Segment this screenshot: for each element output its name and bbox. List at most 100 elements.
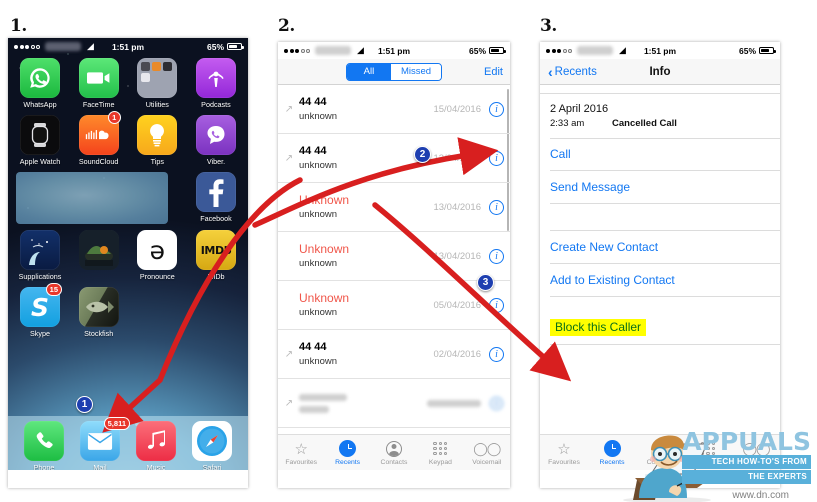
- call-date-blurred: [427, 399, 481, 407]
- caller-label: unknown: [299, 208, 338, 220]
- call-info: Unknown unknown: [296, 192, 433, 221]
- table-row[interactable]: Unknown unknown 05/04/2016 i: [278, 281, 510, 330]
- badge-count: 5,811: [103, 417, 130, 430]
- add-to-existing-contact-action[interactable]: Add to Existing Contact: [540, 264, 780, 296]
- info-icon-blurred[interactable]: i: [489, 395, 504, 411]
- annotation-bullet-3: 3: [477, 274, 494, 291]
- caller-name: Unknown: [299, 192, 350, 207]
- app-viber[interactable]: Viber.: [192, 115, 240, 166]
- caller-name-blurred: [299, 393, 347, 401]
- app-label: Skype: [30, 329, 50, 338]
- tab-label: Favourites: [285, 458, 318, 466]
- step-label-3: 3.: [540, 16, 557, 36]
- wifi-icon: ◢: [357, 45, 364, 55]
- app-row-1: WhatsApp FaceTime Utilities Podcasts: [16, 58, 240, 109]
- phone1-bottom-bezel: [8, 470, 248, 488]
- status-bar-2: ◢ 1:51 pm 65%: [278, 42, 510, 59]
- app-stockfish[interactable]: Stockfish: [75, 287, 123, 338]
- caller-label: unknown: [299, 306, 338, 318]
- dock-app-phone[interactable]: Phone: [20, 421, 68, 472]
- recents-navbar: All Missed Edit: [278, 59, 510, 85]
- battery-percent: 65%: [738, 45, 756, 56]
- block-caller-row[interactable]: Block this Caller: [540, 310, 780, 344]
- call-date: 13/04/2016: [433, 152, 481, 164]
- screenshot-page: 1. 2. 3. ◢ 1:51 pm 65% WhatsApp FaceTime…: [0, 0, 817, 502]
- info-content: 2 April 2016 2:33 am Cancelled Call Call…: [540, 93, 780, 345]
- block-this-caller-action[interactable]: Block this Caller: [550, 319, 647, 337]
- app-soundcloud[interactable]: 1 SoundCloud: [75, 111, 123, 166]
- caller-name: 44 44: [299, 340, 327, 353]
- table-row-blurred[interactable]: ↗ i: [278, 379, 510, 428]
- call-status: Cancelled Call: [612, 117, 677, 129]
- caller-label: unknown: [299, 257, 338, 269]
- phone-screenshot-home: ◢ 1:51 pm 65% WhatsApp FaceTime Utilitie…: [8, 38, 248, 488]
- tab-label: Contacts: [380, 458, 408, 466]
- table-row[interactable]: Unknown unknown 13/04/2016 i: [278, 232, 510, 281]
- app-tips[interactable]: Tips: [133, 115, 181, 166]
- recent-calls-list[interactable]: ↗ 44 44 unknown 15/04/2016 i ↗ 44 44 unk…: [278, 85, 510, 477]
- music-icon: [136, 421, 176, 461]
- call-date-heading: 2 April 2016: [550, 102, 609, 115]
- create-new-contact-action[interactable]: Create New Contact: [540, 231, 780, 263]
- info-icon[interactable]: i: [489, 346, 504, 362]
- facebook-icon: [196, 172, 236, 212]
- app-label: Facebook: [200, 214, 232, 223]
- info-icon[interactable]: i: [489, 101, 504, 117]
- tab-favourites[interactable]: ☆ Favourites: [541, 440, 587, 466]
- calls-filter-segmented-control[interactable]: All Missed: [345, 62, 443, 81]
- tab-keypad[interactable]: Keypad: [417, 440, 463, 466]
- supplications-icon: [20, 230, 60, 270]
- safari-icon: [192, 421, 232, 461]
- app-supplications[interactable]: Supplications: [16, 230, 64, 281]
- app-facetime[interactable]: FaceTime: [75, 58, 123, 109]
- caller-name: 44 44: [299, 95, 327, 108]
- annotation-bullet-2: 2: [414, 146, 431, 163]
- tab-contacts[interactable]: Contacts: [371, 440, 417, 466]
- table-row[interactable]: ↗ 44 44 unknown 13/04/2016 i: [278, 134, 510, 183]
- signal-dots-icon: [284, 48, 310, 53]
- app-imdb[interactable]: IMDb IMDb: [192, 230, 240, 281]
- segment-missed[interactable]: Missed: [390, 63, 442, 80]
- call-date: 15/04/2016: [433, 103, 481, 115]
- watermark: APPUALS TECH HOW-TO'S FROM THE EXPERTS w…: [615, 428, 815, 502]
- phone2-bottom-bezel: [278, 470, 510, 488]
- segment-all[interactable]: All: [346, 63, 391, 80]
- app-whatsapp[interactable]: WhatsApp: [16, 58, 64, 109]
- battery-percent: 65%: [468, 45, 486, 56]
- apple-watch-icon: [20, 115, 60, 155]
- app-label: Tips: [150, 157, 164, 166]
- back-to-recents-button[interactable]: ‹ Recents: [548, 63, 597, 80]
- app-skype[interactable]: 15 S Skype: [16, 283, 64, 338]
- tab-voicemail[interactable]: ◯◯ Voicemail: [464, 440, 510, 466]
- send-message-action[interactable]: Send Message: [540, 171, 780, 203]
- dock-app-music[interactable]: Music: [132, 421, 180, 472]
- app-podcasts[interactable]: Podcasts: [192, 58, 240, 109]
- info-icon[interactable]: i: [489, 150, 504, 166]
- info-icon[interactable]: i: [489, 248, 504, 264]
- facetime-icon: [78, 58, 119, 98]
- chevron-left-icon: ‹: [548, 63, 553, 80]
- call-action[interactable]: Call: [540, 138, 780, 170]
- tab-favourites[interactable]: ☆ Favourites: [278, 440, 324, 466]
- badge-count: 1: [107, 111, 121, 124]
- info-icon[interactable]: i: [489, 297, 504, 313]
- table-row[interactable]: Unknown unknown 13/04/2016 i: [278, 183, 510, 232]
- tab-recents[interactable]: Recents: [325, 440, 371, 466]
- dock-app-mail[interactable]: 5,811 Mail: [76, 417, 130, 472]
- app-label: Apple Watch: [19, 157, 61, 166]
- app-facebook[interactable]: Facebook: [192, 172, 240, 223]
- watermark-tagline-2: THE EXPERTS: [682, 470, 811, 484]
- app-utilities-folder[interactable]: Utilities: [133, 58, 181, 109]
- app-pronounce[interactable]: ə Pronounce: [133, 230, 181, 281]
- edit-button[interactable]: Edit: [484, 66, 503, 78]
- info-icon[interactable]: i: [489, 199, 504, 215]
- status-right: 65%: [207, 42, 244, 52]
- app-grid: WhatsApp FaceTime Utilities Podcasts App…: [8, 58, 248, 344]
- dock-app-safari[interactable]: Safari: [188, 421, 236, 472]
- table-row[interactable]: ↗ 44 44 unknown 02/04/2016 i: [278, 330, 510, 379]
- caller-label: unknown: [299, 355, 338, 367]
- app-photo[interactable]: [75, 230, 123, 281]
- table-row[interactable]: ↗ 44 44 unknown 15/04/2016 i: [278, 85, 510, 134]
- app-apple-watch[interactable]: Apple Watch: [16, 115, 64, 166]
